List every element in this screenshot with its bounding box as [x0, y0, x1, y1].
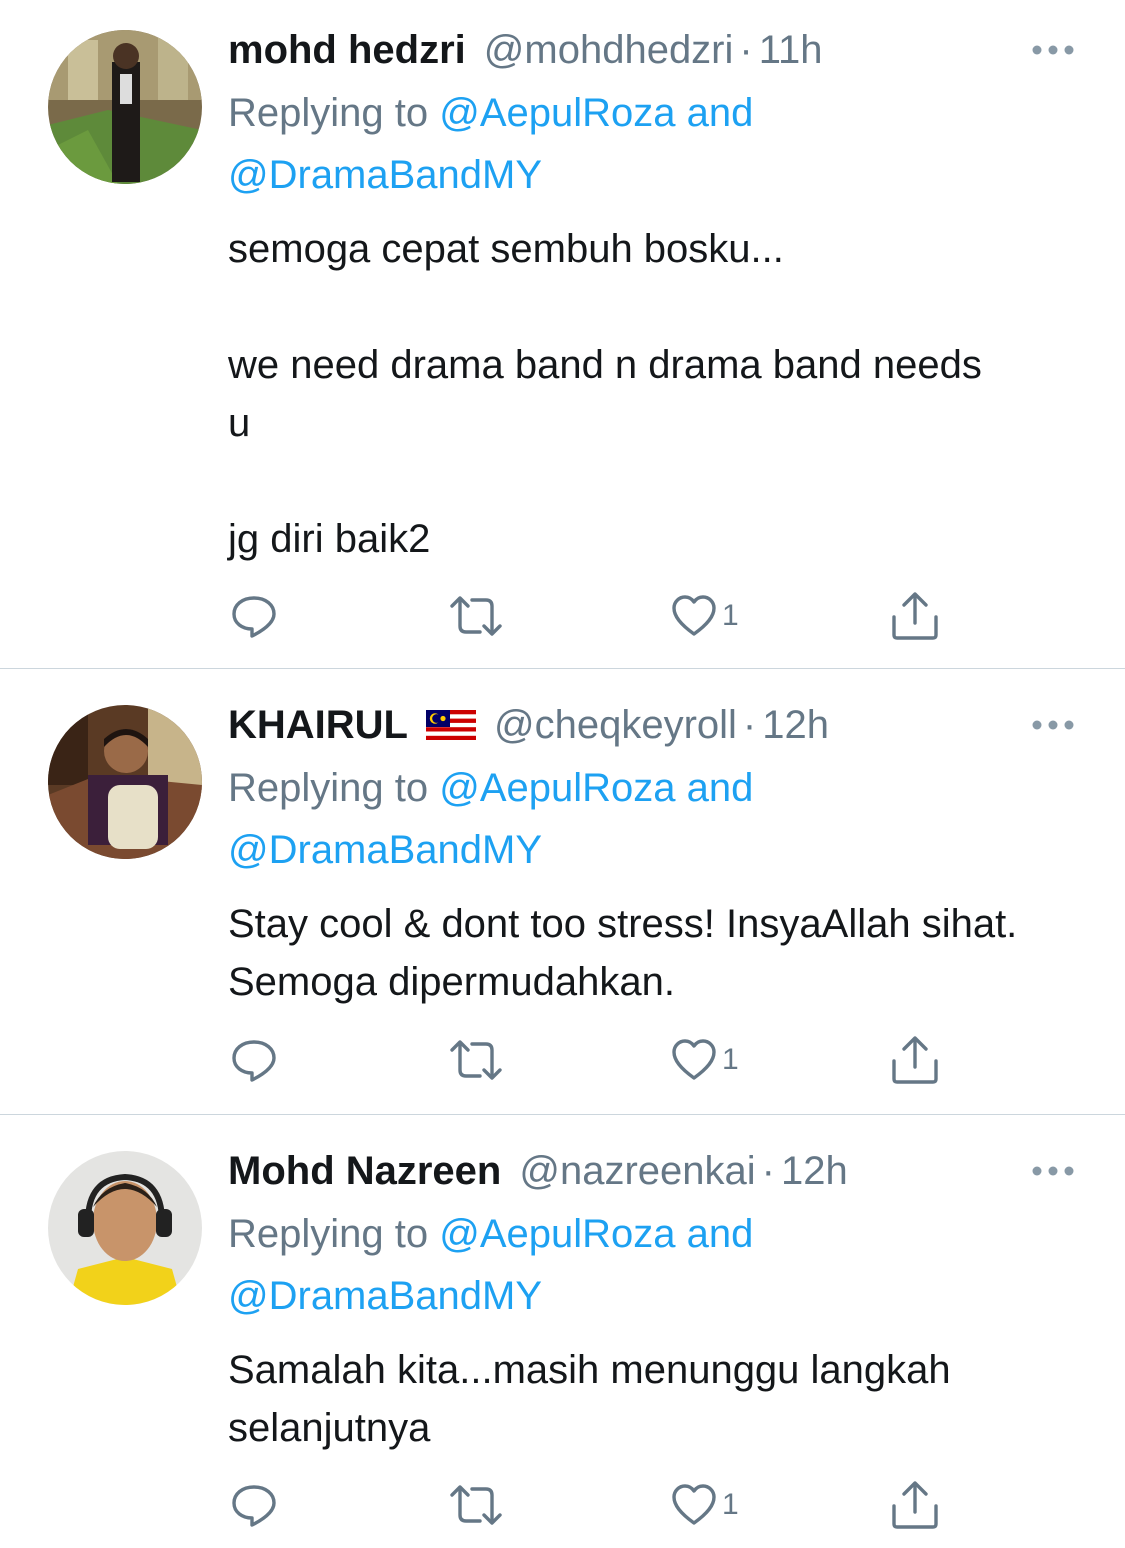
tweet-actions: 1: [228, 1477, 948, 1533]
tweet-paragraph: Samalah kita...masih menunggu langkah se…: [228, 1348, 951, 1450]
more-options-icon[interactable]: [1015, 18, 1075, 82]
tweet-header: Mohd Nazreen @nazreenkai · 12h: [228, 1139, 1075, 1203]
malaysia-flag-icon: [425, 710, 476, 740]
retweet-button[interactable]: [448, 1032, 504, 1088]
like-count: 1: [722, 1043, 739, 1076]
like-icon: [672, 1484, 716, 1525]
reply-icon: [232, 1485, 276, 1527]
mention-link[interactable]: @DramaBandMY: [228, 153, 542, 197]
tweet-header: KHAIRUL @cheqkeyroll · 12h: [228, 693, 1075, 757]
tweet-actions: 1: [228, 1032, 948, 1088]
retweet-button[interactable]: [448, 1477, 504, 1533]
tweet[interactable]: Mohd Nazreen @nazreenkai · 12h Replying …: [0, 1115, 1125, 1548]
separator-dot: ·: [742, 703, 757, 747]
retweet-icon: [450, 1485, 502, 1525]
avatar[interactable]: [48, 705, 202, 859]
share-icon: [892, 1036, 938, 1084]
like-button[interactable]: 1: [670, 1032, 739, 1088]
display-name[interactable]: Mohd Nazreen: [228, 1139, 501, 1203]
tweet[interactable]: mohd hedzri @mohdhedzri · 11h Replying t…: [0, 0, 1125, 668]
replying-label: Replying to: [228, 91, 440, 135]
avatar[interactable]: [48, 1151, 202, 1305]
replying-to: Replying to @AepulRoza and @DramaBandMY: [228, 82, 1075, 206]
mention-link[interactable]: @AepulRoza: [439, 91, 675, 135]
tweet-paragraph: jg diri baik2: [228, 517, 431, 561]
like-icon: [672, 1039, 716, 1080]
timestamp[interactable]: 12h: [781, 1139, 848, 1203]
share-icon: [892, 592, 938, 640]
mention-link[interactable]: @AepulRoza: [439, 1212, 675, 1256]
reply-icon: [232, 596, 276, 638]
retweet-button[interactable]: [448, 588, 504, 644]
tweet-header: mohd hedzri @mohdhedzri · 11h: [228, 18, 1075, 82]
reply-button[interactable]: [230, 1477, 278, 1533]
retweet-icon: [450, 1040, 502, 1080]
tweet-paragraph: Stay cool & dont too stress! InsyaAllah …: [228, 902, 1018, 1004]
share-button[interactable]: [890, 588, 940, 644]
reply-icon: [232, 1040, 276, 1082]
reply-button[interactable]: [230, 1032, 278, 1088]
mention-and[interactable]: and: [676, 91, 754, 135]
mention-link[interactable]: @DramaBandMY: [228, 828, 542, 872]
like-button[interactable]: 1: [670, 588, 739, 644]
tweet-text: Samalah kita...masih menunggu langkah se…: [228, 1341, 1068, 1457]
display-name[interactable]: KHAIRUL: [228, 693, 408, 757]
tweet-paragraph: semoga cepat sembuh bosku...: [228, 227, 784, 271]
more-options-icon[interactable]: [1015, 693, 1075, 757]
handle[interactable]: @mohdhedzri: [484, 18, 734, 82]
tweet-paragraph: we need drama band n drama band needs u: [228, 343, 982, 445]
display-name[interactable]: mohd hedzri: [228, 18, 466, 82]
tweet[interactable]: KHAIRUL @cheqkeyroll · 12h Replying to @…: [0, 669, 1125, 1114]
share-button[interactable]: [890, 1032, 940, 1088]
tweet-text: semoga cepat sembuh bosku... we need dra…: [228, 220, 1075, 568]
mention-link[interactable]: @DramaBandMY: [228, 1274, 542, 1318]
mention-and[interactable]: and: [676, 766, 754, 810]
handle[interactable]: @nazreenkai: [519, 1139, 755, 1203]
like-button[interactable]: 1: [670, 1477, 739, 1533]
replying-to: Replying to @AepulRoza and @DramaBandMY: [228, 757, 1075, 881]
like-count: 1: [722, 599, 739, 632]
reply-button[interactable]: [230, 588, 278, 644]
tweet-text: Stay cool & dont too stress! InsyaAllah …: [228, 895, 1028, 1011]
replying-label: Replying to: [228, 766, 440, 810]
avatar[interactable]: [48, 30, 202, 184]
share-icon: [892, 1481, 938, 1529]
share-button[interactable]: [890, 1477, 940, 1533]
mention-and[interactable]: and: [676, 1212, 754, 1256]
replying-to: Replying to @AepulRoza and @DramaBandMY: [228, 1203, 1075, 1327]
timestamp[interactable]: 11h: [759, 18, 823, 82]
separator-dot: ·: [739, 28, 753, 72]
separator-dot: ·: [761, 1149, 775, 1193]
tweet-actions: 1: [228, 588, 948, 644]
replying-label: Replying to: [228, 1212, 440, 1256]
like-icon: [672, 595, 716, 636]
mention-link[interactable]: @AepulRoza: [439, 766, 675, 810]
more-options-icon[interactable]: [1015, 1139, 1075, 1203]
handle[interactable]: @cheqkeyroll: [494, 693, 737, 757]
timestamp[interactable]: 12h: [762, 693, 829, 757]
like-count: 1: [722, 1488, 739, 1521]
retweet-icon: [450, 596, 502, 636]
